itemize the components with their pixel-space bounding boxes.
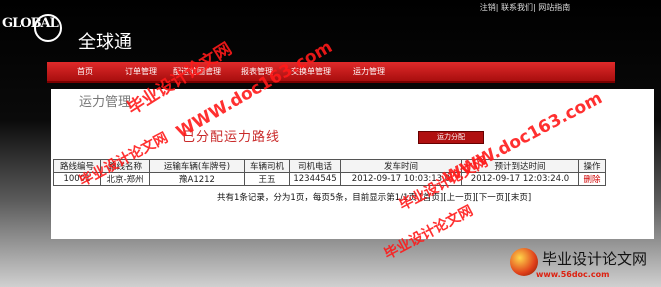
col-depart-time: 发车时间 xyxy=(340,159,462,173)
col-arrival-time: 预计到达时间 xyxy=(461,159,579,173)
nav-item-exchange[interactable]: 交换单管理 xyxy=(291,66,331,77)
logo-text: GLOBAL xyxy=(2,16,59,31)
col-route-id: 路线编号 xyxy=(53,159,101,173)
page-heading: 运力管理 xyxy=(79,95,132,110)
cell-vehicle: 豫A1212 xyxy=(149,172,245,186)
nav-item-reports[interactable]: 报表管理 xyxy=(241,66,273,77)
footer-brand-url: www.56doc.com xyxy=(536,270,610,279)
prev-page-link[interactable]: [上一页] xyxy=(443,193,475,203)
cell-depart-time: 2012-09-17 10:03:13.0 xyxy=(340,172,462,186)
table-header-row: 路线编号 路线名称 运输车辆(车牌号) 车辆司机 司机电话 发车时间 预计到达时… xyxy=(53,159,606,173)
nav-item-orders[interactable]: 订单管理 xyxy=(125,66,157,77)
brand-ball-icon xyxy=(510,248,538,276)
footer-brand-name: 毕业设计论文网 xyxy=(542,250,648,268)
pagination-summary: 共有1条记录，分为1页，每页5条，目前显示第1/1页 xyxy=(217,193,417,203)
cell-arrival-time: 2012-09-17 12:03:24.0 xyxy=(461,172,579,186)
pagination: 共有1条记录，分为1页，每页5条，目前显示第1/1页 [首页][上一页][下一页… xyxy=(217,191,531,203)
col-vehicle: 运输车辆(车牌号) xyxy=(149,159,245,173)
contact-link[interactable]: 联系我们 xyxy=(501,3,533,12)
first-page-link[interactable]: [首页] xyxy=(420,193,444,203)
col-route-name: 路线名称 xyxy=(100,159,150,173)
page-title: 已分配运力路线 xyxy=(182,130,281,145)
site-title: 全球通 xyxy=(78,32,132,53)
nav-item-home[interactable]: 首页 xyxy=(77,66,93,77)
top-links: 注销| 联系我们| 网站指南 xyxy=(479,3,571,12)
cell-route-id: 10001 xyxy=(53,172,101,186)
last-page-link[interactable]: [末页] xyxy=(508,193,532,203)
logout-link[interactable]: 注销 xyxy=(480,3,496,12)
next-page-link[interactable]: [下一页] xyxy=(475,193,507,203)
site-logo[interactable]: GLOBAL xyxy=(2,6,72,52)
cell-driver-phone: 12344545 xyxy=(289,172,341,186)
table-row: 10001 北京-郑州 豫A1212 王五 12344545 2012-09-1… xyxy=(53,172,606,186)
cell-route-name: 北京-郑州 xyxy=(100,172,150,186)
col-driver: 车辆司机 xyxy=(244,159,290,173)
col-actions: 操作 xyxy=(578,159,606,173)
col-driver-phone: 司机电话 xyxy=(289,159,341,173)
main-nav: 首页 订单管理 配送范围管理 报表管理 交换单管理 运力管理 xyxy=(47,62,615,83)
routes-table: 路线编号 路线名称 运输车辆(车牌号) 车辆司机 司机电话 发车时间 预计到达时… xyxy=(53,159,606,186)
allocate-capacity-button[interactable]: 运力分配 xyxy=(418,131,484,144)
cell-driver: 王五 xyxy=(244,172,290,186)
nav-item-delivery-scope[interactable]: 配送范围管理 xyxy=(173,66,221,77)
delete-link[interactable]: 删除 xyxy=(578,172,606,186)
content-panel: 运力管理 已分配运力路线 运力分配 路线编号 路线名称 运输车辆(车牌号) 车辆… xyxy=(51,89,654,239)
site-guide-link[interactable]: 网站指南 xyxy=(538,3,570,12)
nav-item-capacity[interactable]: 运力管理 xyxy=(353,66,385,77)
